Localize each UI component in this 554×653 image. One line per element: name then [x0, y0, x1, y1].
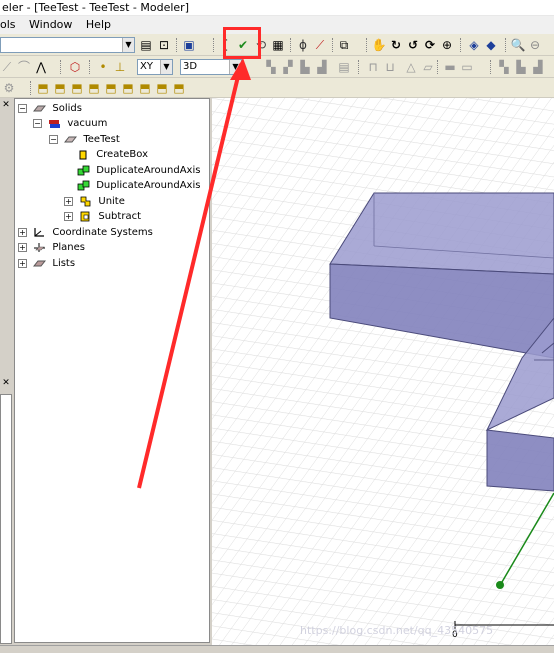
annotation-arrow	[137, 63, 243, 489]
annotation-arrow-layer	[137, 58, 251, 489]
annotation-arrowhead-icon	[230, 58, 251, 80]
status-bar	[0, 645, 554, 653]
